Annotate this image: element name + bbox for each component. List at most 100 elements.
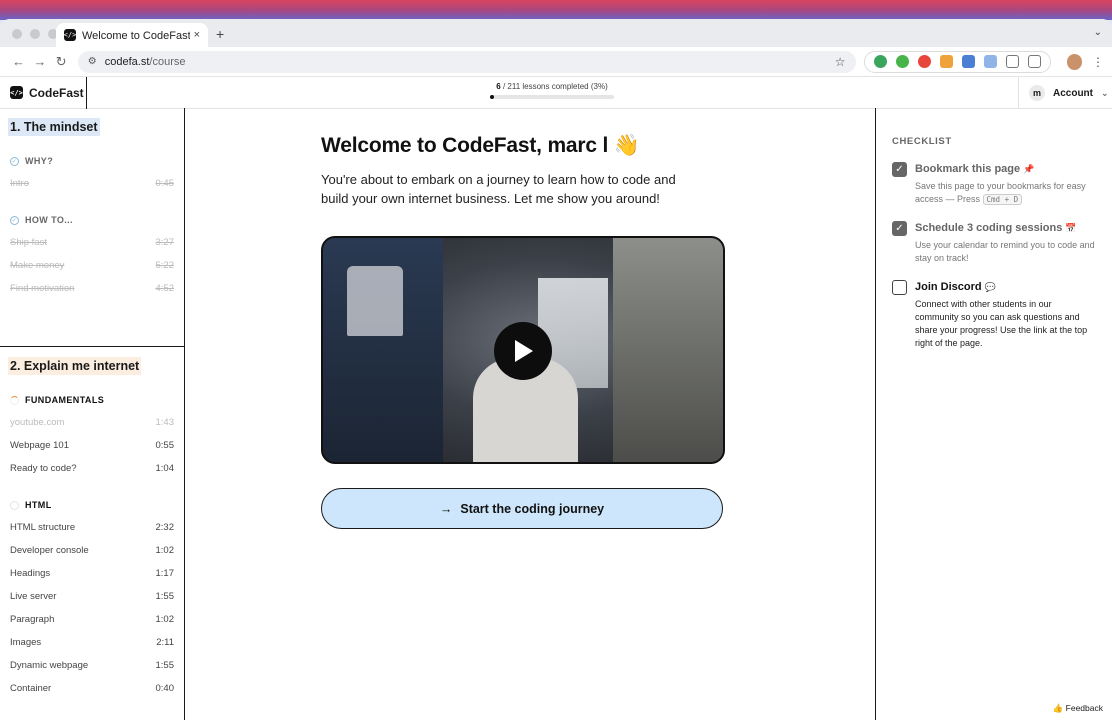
- lesson-headings[interactable]: Headings 1:17: [10, 562, 174, 585]
- play-icon: [515, 340, 533, 362]
- browser-toolbar: ← → ↻ ⚙ codefa.st/course ☆ ⋮: [0, 47, 1112, 77]
- thumbs-up-icon: 👍: [1052, 703, 1064, 713]
- brand-name: CodeFast: [29, 85, 84, 100]
- cta-label: Start the coding journey: [460, 501, 605, 516]
- checklist-item-schedule: ✓ Schedule 3 coding sessions 📅 Use your c…: [892, 221, 1097, 265]
- feedback-label: Feedback: [1065, 703, 1103, 713]
- lesson-title: Ship fast: [10, 237, 47, 248]
- lesson-duration: 1:02: [155, 614, 175, 625]
- lesson-container[interactable]: Container 0:40: [10, 677, 174, 700]
- extension-blue-icon[interactable]: [961, 55, 975, 68]
- window-controls: [12, 29, 58, 39]
- section-how-to[interactable]: ✓ HOW TO...: [10, 214, 174, 226]
- lesson-duration: 1:55: [155, 660, 175, 671]
- lesson-title: HTML structure: [10, 522, 76, 533]
- extension-grammarly-icon[interactable]: [895, 55, 909, 68]
- play-button[interactable]: [494, 322, 552, 380]
- tab-search-chevron-icon[interactable]: ⌄: [1094, 27, 1102, 38]
- speech-bubble-icon: 💬: [984, 283, 996, 293]
- task-description: Connect with other students in our commu…: [915, 299, 1088, 348]
- side-panel-icon[interactable]: [1027, 55, 1041, 68]
- lesson-images[interactable]: Images 2:11: [10, 631, 174, 654]
- lesson-html-structure[interactable]: HTML structure 2:32: [10, 516, 174, 539]
- extension-metamask-icon[interactable]: [939, 55, 953, 68]
- lesson-find-motivation[interactable]: Find motivation 4:52: [10, 277, 174, 300]
- lesson-title: Intro: [10, 178, 30, 189]
- bookmark-star-icon[interactable]: ☆: [835, 55, 846, 69]
- lesson-duration: 4:52: [155, 283, 175, 294]
- extension-red-icon[interactable]: [917, 55, 931, 68]
- close-window-button[interactable]: [12, 29, 22, 39]
- section-html[interactable]: HTML: [10, 499, 174, 511]
- section-label: WHY?: [25, 156, 54, 166]
- browser-tab[interactable]: </> Welcome to CodeFast 🎉 ×: [56, 23, 208, 47]
- profile-avatar[interactable]: [1066, 53, 1083, 70]
- checkbox-checked[interactable]: ✓: [892, 162, 907, 177]
- lesson-developer-console[interactable]: Developer console 1:02: [10, 539, 174, 562]
- minimize-window-button[interactable]: [30, 29, 40, 39]
- url-host: codefa.st: [104, 55, 150, 68]
- lesson-duration: 1:04: [155, 463, 175, 474]
- lesson-title: Webpage 101: [10, 440, 69, 451]
- brand-logo[interactable]: </> CodeFast: [0, 76, 87, 109]
- lesson-title: Live server: [10, 591, 57, 602]
- task-title-text: Join Discord: [915, 281, 982, 293]
- section-complete-check-icon: ✓: [10, 156, 19, 166]
- lesson-duration: 1:43: [155, 417, 175, 428]
- module-title[interactable]: 1. The mindset: [8, 118, 100, 136]
- extension-light-blue-icon[interactable]: [983, 55, 997, 68]
- site-settings-icon[interactable]: ⚙: [88, 56, 97, 67]
- lesson-title: Container: [10, 683, 52, 694]
- lesson-duration: 2:32: [155, 522, 175, 533]
- lesson-paragraph[interactable]: Paragraph 1:02: [10, 608, 174, 631]
- checklist-item-bookmark: ✓ Bookmark this page 📌 Save this page to …: [892, 162, 1097, 206]
- tab-strip: </> Welcome to CodeFast 🎉 × + ⌄: [0, 19, 1112, 47]
- calendar-icon: 📅: [1065, 224, 1077, 234]
- lesson-dynamic-webpage[interactable]: Dynamic webpage 1:55: [10, 654, 174, 677]
- tab-close-icon[interactable]: ×: [194, 29, 200, 41]
- extension-green-icon[interactable]: [873, 55, 887, 68]
- intro-text: You're about to embark on a journey to l…: [321, 172, 676, 206]
- extensions-bar: [863, 50, 1051, 73]
- browser-menu-icon[interactable]: ⋮: [1092, 55, 1104, 69]
- lesson-webpage-101[interactable]: Webpage 101 0:55: [10, 434, 174, 457]
- lesson-duration: 1:17: [155, 568, 175, 579]
- lesson-ready-to-code[interactable]: Ready to code? 1:04: [10, 457, 174, 480]
- lesson-ship-fast[interactable]: Ship fast 3:27: [10, 231, 174, 254]
- account-menu-button[interactable]: m Account ⌄: [1018, 77, 1112, 109]
- extensions-puzzle-icon[interactable]: [1005, 55, 1019, 68]
- lesson-duration: 0:55: [155, 440, 175, 451]
- task-description: Use your calendar to remind you to code …: [915, 240, 1095, 263]
- main-content: Welcome to CodeFast, marc l 👋 You're abo…: [185, 108, 875, 720]
- browser-window: </> Welcome to CodeFast 🎉 × + ⌄ ← → ↻ ⚙ …: [0, 19, 1112, 720]
- section-label: HTML: [25, 500, 52, 510]
- task-title: Join Discord 💬: [915, 280, 1097, 296]
- address-bar[interactable]: ⚙ codefa.st/course ☆: [77, 50, 856, 73]
- checkbox-unchecked[interactable]: [892, 280, 907, 295]
- lesson-youtube-com[interactable]: youtube.com 1:43: [10, 411, 174, 434]
- feedback-button[interactable]: 👍 Feedback: [1053, 703, 1103, 714]
- section-why[interactable]: ✓ WHY?: [10, 155, 174, 167]
- lesson-make-money[interactable]: Make money 5:22: [10, 254, 174, 277]
- forward-button[interactable]: →: [29, 54, 50, 69]
- checklist-panel: CHECKLIST ✓ Bookmark this page 📌 Save thi…: [875, 108, 1112, 720]
- lesson-duration: 1:55: [155, 591, 175, 602]
- reload-button[interactable]: ↻: [51, 54, 72, 70]
- lesson-live-server[interactable]: Live server 1:55: [10, 585, 174, 608]
- in-progress-spinner-icon: [10, 395, 19, 405]
- progress-label: 6 / 211 lessons completed (3%): [490, 82, 614, 91]
- section-fundamentals[interactable]: FUNDAMENTALS: [10, 394, 174, 406]
- account-avatar: m: [1029, 85, 1045, 101]
- back-button[interactable]: ←: [8, 54, 29, 69]
- tab-title: Welcome to CodeFast 🎉: [82, 29, 190, 42]
- checkbox-checked[interactable]: ✓: [892, 221, 907, 236]
- new-tab-button[interactable]: +: [216, 26, 224, 42]
- lesson-duration: 0:45: [155, 178, 175, 189]
- lesson-intro[interactable]: Intro 0:45: [10, 172, 174, 195]
- welcome-video-player[interactable]: [321, 236, 725, 464]
- module-title[interactable]: 2. Explain me internet: [8, 357, 142, 375]
- module-the-mindset: 1. The mindset ✓ WHY? Intro 0:45 ✓ HOW T…: [0, 108, 184, 347]
- module-explain-me-internet: 2. Explain me internet FUNDAMENTALS yout…: [0, 347, 184, 700]
- not-started-ring-icon: [10, 500, 19, 510]
- start-coding-journey-button[interactable]: → Start the coding journey: [321, 488, 723, 529]
